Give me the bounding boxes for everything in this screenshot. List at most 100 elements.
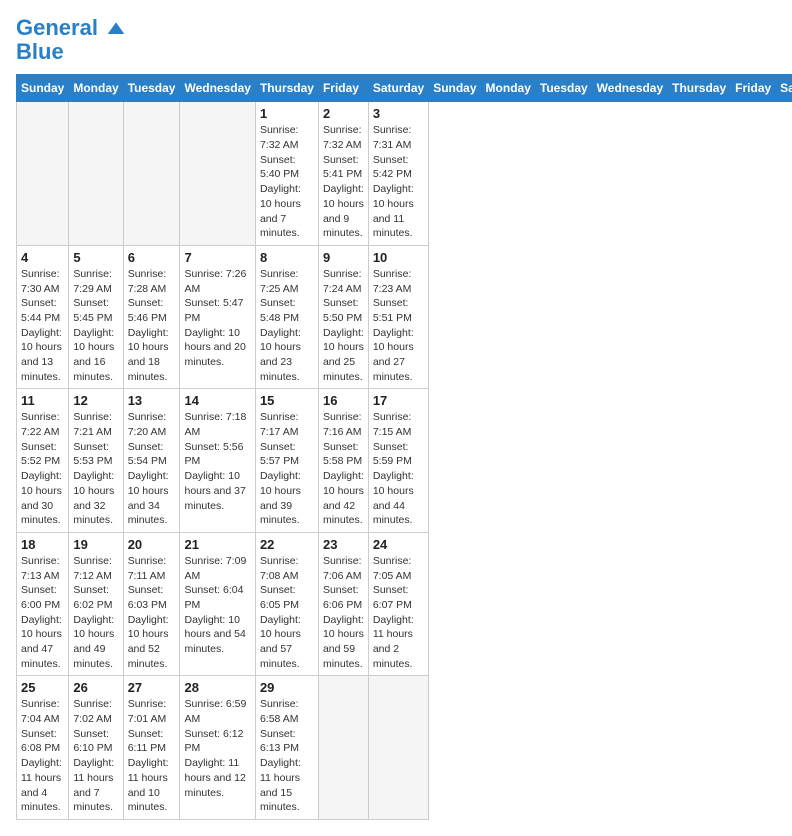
calendar-cell: 28 Sunrise: 6:59 AMSunset: 6:12 PMDayligh… bbox=[180, 676, 255, 820]
calendar-cell bbox=[318, 676, 368, 820]
day-info: Sunrise: 7:09 AMSunset: 6:04 PMDaylight:… bbox=[184, 554, 250, 657]
calendar-cell: 2Sunrise: 7:32 AMSunset: 5:41 PMDaylight… bbox=[318, 102, 368, 246]
calendar-cell: 14 Sunrise: 7:18 AMSunset: 5:56 PMDayligh… bbox=[180, 389, 255, 533]
day-number: 23 bbox=[323, 537, 364, 552]
day-info: Sunrise: 7:28 AMSunset: 5:46 PMDaylight:… bbox=[128, 267, 176, 385]
day-number: 10 bbox=[373, 250, 424, 265]
calendar-cell: 17Sunrise: 7:15 AMSunset: 5:59 PMDayligh… bbox=[368, 389, 428, 533]
day-info: Sunrise: 7:24 AMSunset: 5:50 PMDaylight:… bbox=[323, 267, 364, 385]
col-header-tuesday: Tuesday bbox=[535, 75, 592, 102]
day-number: 20 bbox=[128, 537, 176, 552]
day-number: 12 bbox=[73, 393, 118, 408]
calendar-cell bbox=[368, 676, 428, 820]
day-info: Sunrise: 7:06 AMSunset: 6:06 PMDaylight:… bbox=[323, 554, 364, 672]
col-header-saturday: Saturday bbox=[776, 75, 792, 102]
logo-icon bbox=[106, 19, 126, 39]
calendar-cell: 19 Sunrise: 7:12 AMSunset: 6:02 PMDayligh… bbox=[69, 532, 123, 676]
calendar-cell: 6 Sunrise: 7:28 AMSunset: 5:46 PMDaylight… bbox=[123, 245, 180, 389]
calendar-cell: 29 Sunrise: 6:58 AMSunset: 6:13 PMDayligh… bbox=[255, 676, 318, 820]
day-number: 2 bbox=[323, 106, 364, 121]
calendar-cell bbox=[69, 102, 123, 246]
day-number: 22 bbox=[260, 537, 314, 552]
day-number: 21 bbox=[184, 537, 250, 552]
day-number: 11 bbox=[21, 393, 64, 408]
calendar-table: SundayMondayTuesdayWednesdayThursdayFrid… bbox=[16, 74, 792, 820]
col-header-wednesday: Wednesday bbox=[592, 75, 667, 102]
col-header-sunday: Sunday bbox=[17, 75, 69, 102]
calendar-week-row: 18 Sunrise: 7:13 AMSunset: 6:00 PMDayligh… bbox=[17, 532, 792, 676]
calendar-cell: 13 Sunrise: 7:20 AMSunset: 5:54 PMDayligh… bbox=[123, 389, 180, 533]
day-info: Sunrise: 7:13 AMSunset: 6:00 PMDaylight:… bbox=[21, 554, 64, 672]
calendar-cell: 26Sunrise: 7:02 AMSunset: 6:10 PMDayligh… bbox=[69, 676, 123, 820]
calendar-cell: 1Sunrise: 7:32 AMSunset: 5:40 PMDaylight… bbox=[255, 102, 318, 246]
day-info: Sunrise: 7:18 AMSunset: 5:56 PMDaylight:… bbox=[184, 410, 250, 513]
day-info: Sunrise: 7:23 AMSunset: 5:51 PMDaylight:… bbox=[373, 267, 424, 385]
day-number: 28 bbox=[184, 680, 250, 695]
day-number: 15 bbox=[260, 393, 314, 408]
calendar-cell: 8 Sunrise: 7:25 AMSunset: 5:48 PMDaylight… bbox=[255, 245, 318, 389]
day-info: Sunrise: 6:58 AMSunset: 6:13 PMDaylight:… bbox=[260, 697, 314, 815]
calendar-cell: 23 Sunrise: 7:06 AMSunset: 6:06 PMDayligh… bbox=[318, 532, 368, 676]
col-header-monday: Monday bbox=[69, 75, 123, 102]
day-number: 13 bbox=[128, 393, 176, 408]
logo: General Blue bbox=[16, 16, 126, 64]
day-number: 8 bbox=[260, 250, 314, 265]
calendar-cell: 4 Sunrise: 7:30 AMSunset: 5:44 PMDaylight… bbox=[17, 245, 69, 389]
day-number: 1 bbox=[260, 106, 314, 121]
day-number: 18 bbox=[21, 537, 64, 552]
calendar-cell: 20 Sunrise: 7:11 AMSunset: 6:03 PMDayligh… bbox=[123, 532, 180, 676]
page-header: General Blue bbox=[16, 16, 776, 64]
calendar-week-row: 1Sunrise: 7:32 AMSunset: 5:40 PMDaylight… bbox=[17, 102, 792, 246]
day-info: Sunrise: 7:30 AMSunset: 5:44 PMDaylight:… bbox=[21, 267, 64, 385]
calendar-week-row: 11 Sunrise: 7:22 AMSunset: 5:52 PMDayligh… bbox=[17, 389, 792, 533]
calendar-cell: 27Sunrise: 7:01 AMSunset: 6:11 PMDayligh… bbox=[123, 676, 180, 820]
day-number: 4 bbox=[21, 250, 64, 265]
calendar-week-row: 4 Sunrise: 7:30 AMSunset: 5:44 PMDaylight… bbox=[17, 245, 792, 389]
day-number: 14 bbox=[184, 393, 250, 408]
calendar-cell bbox=[17, 102, 69, 246]
col-header-friday: Friday bbox=[731, 75, 776, 102]
day-info: Sunrise: 7:12 AMSunset: 6:02 PMDaylight:… bbox=[73, 554, 118, 672]
calendar-cell bbox=[180, 102, 255, 246]
day-info: Sunrise: 7:22 AMSunset: 5:52 PMDaylight:… bbox=[21, 410, 64, 528]
day-info: Sunrise: 7:31 AMSunset: 5:42 PMDaylight:… bbox=[373, 123, 424, 241]
calendar-cell: 10 Sunrise: 7:23 AMSunset: 5:51 PMDayligh… bbox=[368, 245, 428, 389]
day-info: Sunrise: 7:29 AMSunset: 5:45 PMDaylight:… bbox=[73, 267, 118, 385]
day-info: Sunrise: 7:16 AMSunset: 5:58 PMDaylight:… bbox=[323, 410, 364, 528]
col-header-friday: Friday bbox=[318, 75, 368, 102]
day-number: 26 bbox=[73, 680, 118, 695]
calendar-cell bbox=[123, 102, 180, 246]
day-number: 27 bbox=[128, 680, 176, 695]
day-info: Sunrise: 7:26 AMSunset: 5:47 PMDaylight:… bbox=[184, 267, 250, 370]
calendar-cell: 16Sunrise: 7:16 AMSunset: 5:58 PMDayligh… bbox=[318, 389, 368, 533]
day-number: 19 bbox=[73, 537, 118, 552]
calendar-cell: 11 Sunrise: 7:22 AMSunset: 5:52 PMDayligh… bbox=[17, 389, 69, 533]
day-number: 6 bbox=[128, 250, 176, 265]
col-header-wednesday: Wednesday bbox=[180, 75, 255, 102]
day-info: Sunrise: 7:05 AMSunset: 6:07 PMDaylight:… bbox=[373, 554, 424, 672]
day-info: Sunrise: 7:25 AMSunset: 5:48 PMDaylight:… bbox=[260, 267, 314, 385]
calendar-cell: 7Sunrise: 7:26 AMSunset: 5:47 PMDaylight… bbox=[180, 245, 255, 389]
day-info: Sunrise: 6:59 AMSunset: 6:12 PMDaylight:… bbox=[184, 697, 250, 800]
day-info: Sunrise: 7:21 AMSunset: 5:53 PMDaylight:… bbox=[73, 410, 118, 528]
col-header-thursday: Thursday bbox=[668, 75, 731, 102]
col-header-tuesday: Tuesday bbox=[123, 75, 180, 102]
day-info: Sunrise: 7:17 AMSunset: 5:57 PMDaylight:… bbox=[260, 410, 314, 528]
calendar-header-row: SundayMondayTuesdayWednesdayThursdayFrid… bbox=[17, 75, 792, 102]
day-info: Sunrise: 7:11 AMSunset: 6:03 PMDaylight:… bbox=[128, 554, 176, 672]
logo-text: General bbox=[16, 16, 126, 40]
day-info: Sunrise: 7:20 AMSunset: 5:54 PMDaylight:… bbox=[128, 410, 176, 528]
calendar-cell: 9Sunrise: 7:24 AMSunset: 5:50 PMDaylight… bbox=[318, 245, 368, 389]
day-number: 5 bbox=[73, 250, 118, 265]
day-number: 29 bbox=[260, 680, 314, 695]
day-number: 25 bbox=[21, 680, 64, 695]
calendar-cell: 3Sunrise: 7:31 AMSunset: 5:42 PMDaylight… bbox=[368, 102, 428, 246]
calendar-cell: 22Sunrise: 7:08 AMSunset: 6:05 PMDayligh… bbox=[255, 532, 318, 676]
calendar-cell: 21 Sunrise: 7:09 AMSunset: 6:04 PMDayligh… bbox=[180, 532, 255, 676]
col-header-monday: Monday bbox=[481, 75, 535, 102]
col-header-saturday: Saturday bbox=[368, 75, 428, 102]
day-number: 24 bbox=[373, 537, 424, 552]
calendar-cell: 25Sunrise: 7:04 AMSunset: 6:08 PMDayligh… bbox=[17, 676, 69, 820]
col-header-sunday: Sunday bbox=[429, 75, 481, 102]
day-number: 17 bbox=[373, 393, 424, 408]
